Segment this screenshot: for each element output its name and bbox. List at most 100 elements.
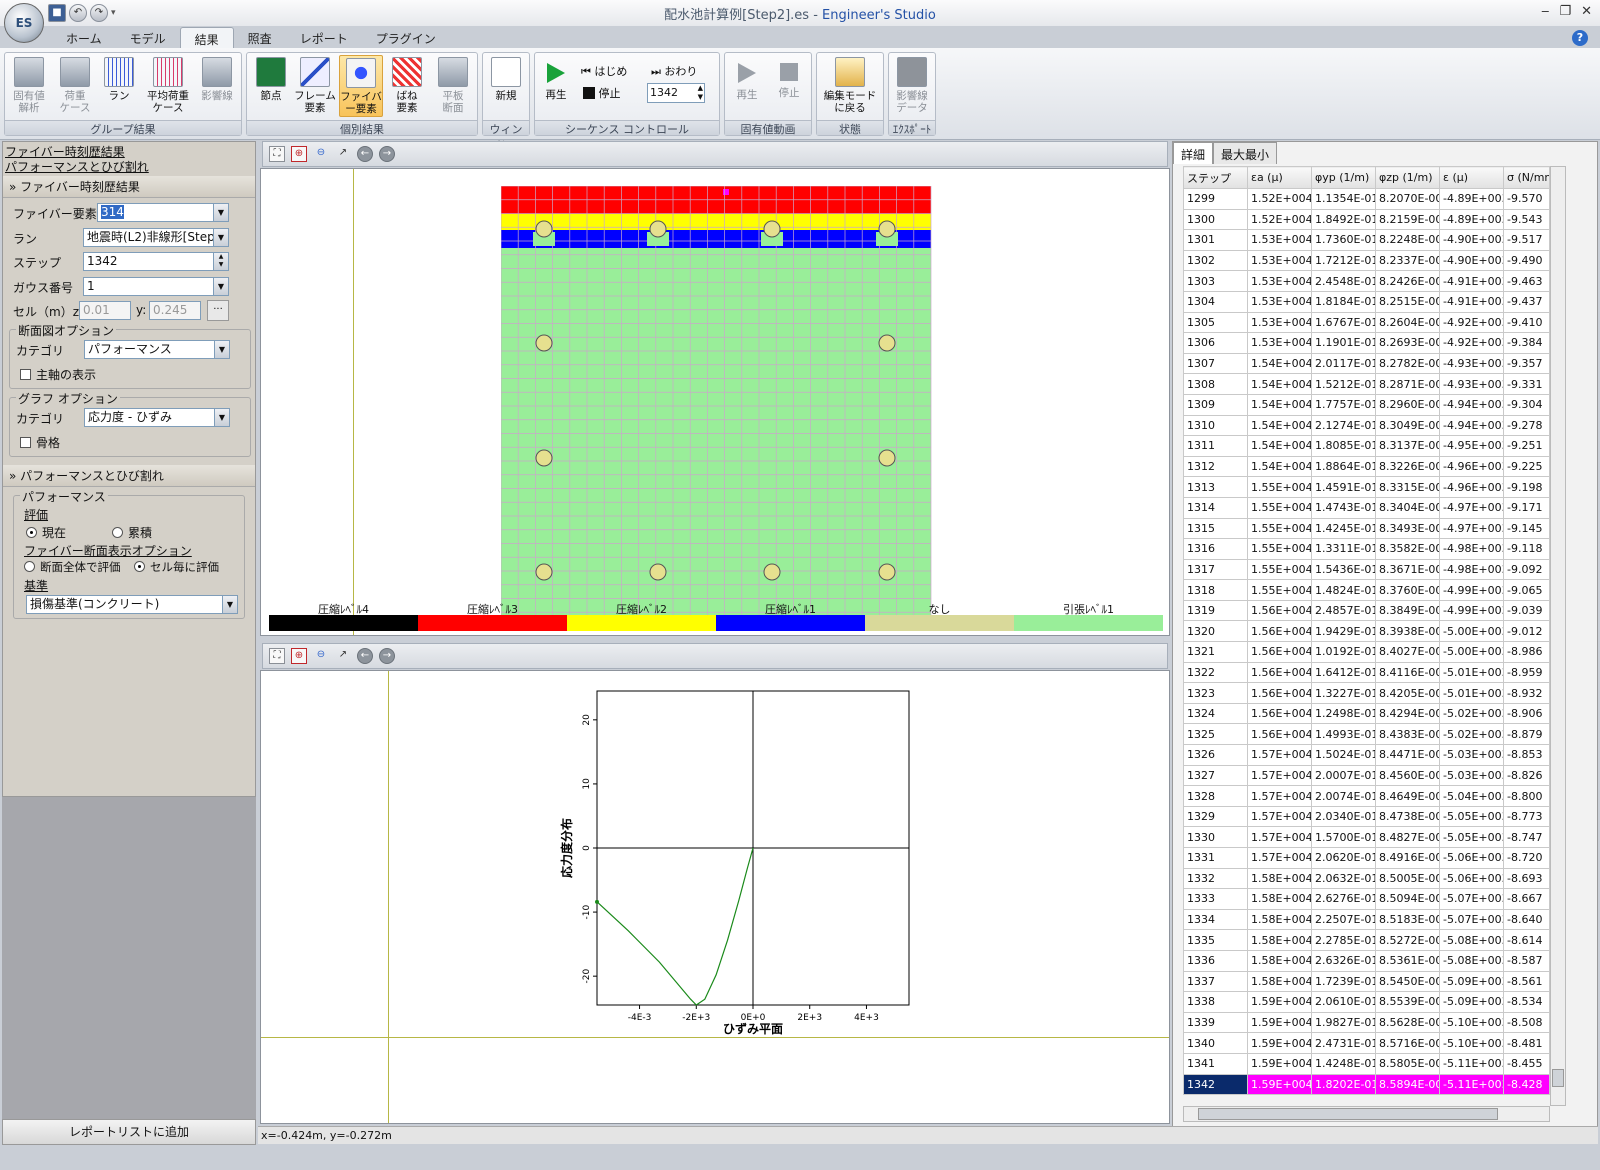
- table-row[interactable]: 13271.57E+0042.0007E-0188.4560E-002-5.03…: [1183, 764, 1550, 787]
- table-row[interactable]: 13101.54E+0042.1274E-0188.3049E-002-4.94…: [1183, 414, 1550, 437]
- current-radio[interactable]: 現在: [26, 524, 66, 541]
- back-icon[interactable]: ←: [357, 648, 373, 664]
- table-row[interactable]: 13251.56E+0041.4993E-0188.4383E-002-5.02…: [1183, 723, 1550, 746]
- eigen-play-button[interactable]: 再生: [727, 55, 767, 117]
- column-header[interactable]: ステップ: [1183, 166, 1248, 189]
- spinner-icon[interactable]: ▲ ▼: [213, 253, 228, 270]
- axis-show-checkbox[interactable]: 主軸の表示: [20, 366, 96, 383]
- application-menu-button[interactable]: ES: [4, 3, 44, 43]
- frame-element-button[interactable]: フレーム 要素: [293, 55, 337, 117]
- gauss-select[interactable]: 1 ▼: [83, 277, 229, 296]
- step-spinner-input[interactable]: 1342 ▲ ▼: [83, 252, 229, 271]
- chevron-down-icon[interactable]: ▼: [213, 278, 228, 295]
- tab-model[interactable]: モデル: [116, 27, 180, 49]
- back-icon[interactable]: ←: [357, 146, 373, 162]
- per-cell-radio[interactable]: セル毎に評価: [134, 559, 219, 575]
- table-row[interactable]: 13051.53E+0041.6767E-0188.2604E-002-4.92…: [1183, 311, 1550, 334]
- table-row[interactable]: 13121.54E+0041.8864E-0188.3226E-002-4.96…: [1183, 455, 1550, 478]
- fiber-section-view[interactable]: 圧縮ﾚﾍﾞﾙ4 圧縮ﾚﾍﾞﾙ3 圧縮ﾚﾍﾞﾙ2 圧縮ﾚﾍﾞﾙ1 なし 引張ﾚﾍﾞ…: [260, 168, 1170, 636]
- table-row[interactable]: 13001.52E+0041.8492E-0188.2159E-002-4.89…: [1183, 208, 1550, 231]
- cell-pick-button[interactable]: ...: [207, 300, 229, 321]
- table-row[interactable]: 13041.53E+0041.8184E-0188.2515E-002-4.91…: [1183, 290, 1550, 313]
- influence-data-button[interactable]: 影響線 データ: [890, 55, 934, 117]
- zoom-out-icon[interactable]: ⊖: [313, 648, 329, 664]
- eigen-stop-button[interactable]: 停止: [769, 55, 809, 117]
- table-row[interactable]: 13031.53E+0042.4548E-0188.2426E-002-4.91…: [1183, 270, 1550, 292]
- table-row[interactable]: 13171.55E+0041.5436E-0188.3671E-002-4.98…: [1183, 558, 1550, 581]
- table-row[interactable]: 13111.54E+0041.8085E-0188.3137E-002-4.95…: [1183, 435, 1550, 457]
- seek-end-button[interactable]: ⏭ おわり: [651, 63, 697, 79]
- column-header[interactable]: εa (μ): [1247, 166, 1312, 189]
- column-header[interactable]: φyp (1/m): [1311, 166, 1376, 189]
- table-row[interactable]: 13351.58E+0042.2785E-0188.5272E-002-5.08…: [1183, 929, 1550, 951]
- chevron-down-icon[interactable]: ▼: [222, 596, 237, 613]
- fiber-element-select[interactable]: 314 ▼: [97, 203, 229, 222]
- table-row[interactable]: 13081.54E+0041.5212E-0188.2871E-002-4.93…: [1183, 373, 1550, 395]
- table-row[interactable]: 13361.58E+0042.6326E-0188.5361E-002-5.08…: [1183, 949, 1550, 972]
- table-row[interactable]: 13221.56E+0041.6412E-0188.4116E-002-5.01…: [1183, 661, 1550, 684]
- close-icon[interactable]: ✕: [1581, 4, 1592, 19]
- new-window-button[interactable]: 新規: [484, 55, 528, 117]
- table-row[interactable]: 13411.59E+0041.4248E-0188.5805E-002-5.11…: [1183, 1052, 1550, 1075]
- stress-strain-view[interactable]: -4E-3 -2E+3 0E+0 2E+3 4E+3 20 10 0 -10 -20 ひずみ平面 …: [260, 670, 1170, 1124]
- chevron-down-icon[interactable]: ▼: [213, 204, 228, 221]
- horizontal-scrollbar[interactable]: [1183, 1106, 1550, 1122]
- tab-detail[interactable]: 詳細: [1173, 142, 1214, 164]
- table-row[interactable]: 13291.57E+0042.0340E-0188.4738E-002-5.05…: [1183, 805, 1550, 828]
- performance-section-header[interactable]: » パフォーマンスとひび割れ: [3, 465, 255, 487]
- zoom-out-icon[interactable]: ⊖: [313, 146, 329, 162]
- table-row[interactable]: 13131.55E+0041.4591E-0188.3315E-002-4.96…: [1183, 476, 1550, 498]
- export-arrow-icon[interactable]: ↗: [335, 146, 351, 162]
- table-row[interactable]: 13191.56E+0042.4857E-0188.3849E-002-4.99…: [1183, 599, 1550, 622]
- basis-select[interactable]: 損傷基準(コンクリート) ▼: [26, 595, 238, 614]
- table-row[interactable]: 13021.53E+0041.7212E-0188.2337E-002-4.90…: [1183, 249, 1550, 272]
- table-row[interactable]: 13391.59E+0041.9827E-0188.5628E-002-5.10…: [1183, 1011, 1550, 1034]
- table-row[interactable]: 13211.56E+0041.0192E-0188.4027E-002-5.00…: [1183, 641, 1550, 663]
- help-icon[interactable]: ?: [1572, 30, 1588, 46]
- back-to-edit-button[interactable]: 編集モード に戻る: [819, 55, 881, 117]
- eigen-analysis-button[interactable]: 固有値 解析: [7, 55, 51, 117]
- table-row[interactable]: 13301.57E+0041.5700E-0188.4827E-002-5.05…: [1183, 826, 1550, 848]
- cell-y-input[interactable]: 0.245: [149, 301, 201, 320]
- fiber-history-section-header[interactable]: » ファイバー時刻歴結果: [3, 176, 255, 198]
- minimize-icon[interactable]: ‒: [1541, 4, 1549, 19]
- fit-view-icon[interactable]: ⛶: [269, 648, 285, 664]
- chevron-down-icon[interactable]: ▼: [213, 229, 228, 246]
- table-row[interactable]: 13371.58E+0041.7239E-0188.5450E-002-5.09…: [1183, 970, 1550, 993]
- table-row[interactable]: 12991.52E+0041.1354E-0188.2070E-002-4.89…: [1183, 188, 1550, 210]
- tab-home[interactable]: ホーム: [52, 27, 116, 49]
- export-arrow-icon[interactable]: ↗: [335, 648, 351, 664]
- whole-section-radio[interactable]: 断面全体で評価: [24, 559, 121, 575]
- tab-results[interactable]: 結果: [179, 27, 234, 49]
- tab-report[interactable]: レポート: [286, 27, 362, 49]
- tab-check[interactable]: 照査: [234, 27, 286, 49]
- table-row[interactable]: 13401.59E+0042.4731E-0188.5716E-002-5.10…: [1183, 1032, 1550, 1054]
- table-row[interactable]: 13331.58E+0042.6276E-0188.5094E-002-5.07…: [1183, 888, 1550, 910]
- table-row[interactable]: 13201.56E+0041.9429E-0188.3938E-002-5.00…: [1183, 620, 1550, 643]
- add-to-report-button[interactable]: レポートリストに追加: [2, 1119, 256, 1145]
- table-row[interactable]: 13061.53E+0041.1901E-0188.2693E-002-4.92…: [1183, 332, 1550, 354]
- zoom-window-icon[interactable]: ⊕: [291, 648, 307, 664]
- plate-section-button[interactable]: 平板 断面: [431, 55, 475, 117]
- zoom-window-icon[interactable]: ⊕: [291, 146, 307, 162]
- spring-element-button[interactable]: ばね 要素: [385, 55, 429, 117]
- table-row[interactable]: 13071.54E+0042.0117E-0188.2782E-002-4.93…: [1183, 352, 1550, 375]
- chevron-down-icon[interactable]: ▼: [214, 341, 229, 358]
- table-row[interactable]: 13261.57E+0041.5024E-0188.4471E-002-5.03…: [1183, 744, 1550, 766]
- table-row[interactable]: 13311.57E+0042.0620E-0188.4916E-002-5.06…: [1183, 847, 1550, 869]
- spinner-arrows-icon[interactable]: ▲ ▼: [698, 84, 703, 102]
- column-header[interactable]: φzp (1/m): [1375, 166, 1440, 189]
- cell-z-input[interactable]: 0.01: [79, 301, 131, 320]
- run-select[interactable]: 地震時(L2)非線形[Step2] ▼: [83, 228, 229, 247]
- scroll-thumb[interactable]: [1198, 1108, 1498, 1120]
- skeleton-checkbox[interactable]: 骨格: [20, 434, 60, 451]
- fiber-element-button[interactable]: ファイバ ー要素: [339, 55, 383, 117]
- play-button[interactable]: 再生: [537, 55, 575, 117]
- table-row[interactable]: 13341.58E+0042.2507E-0188.5183E-002-5.07…: [1183, 908, 1550, 931]
- column-header[interactable]: ε (μ): [1439, 166, 1504, 189]
- table-row[interactable]: 13421.59E+0041.8202E-0188.5894E-002-5.11…: [1183, 1073, 1550, 1096]
- table-row[interactable]: 13381.59E+0042.0610E-0188.5539E-002-5.09…: [1183, 991, 1550, 1013]
- table-row[interactable]: 13151.55E+0041.4245E-0188.3493E-002-4.97…: [1183, 517, 1550, 540]
- table-row[interactable]: 13141.55E+0041.4743E-0188.3404E-002-4.97…: [1183, 496, 1550, 519]
- node-button[interactable]: 節点: [249, 55, 293, 117]
